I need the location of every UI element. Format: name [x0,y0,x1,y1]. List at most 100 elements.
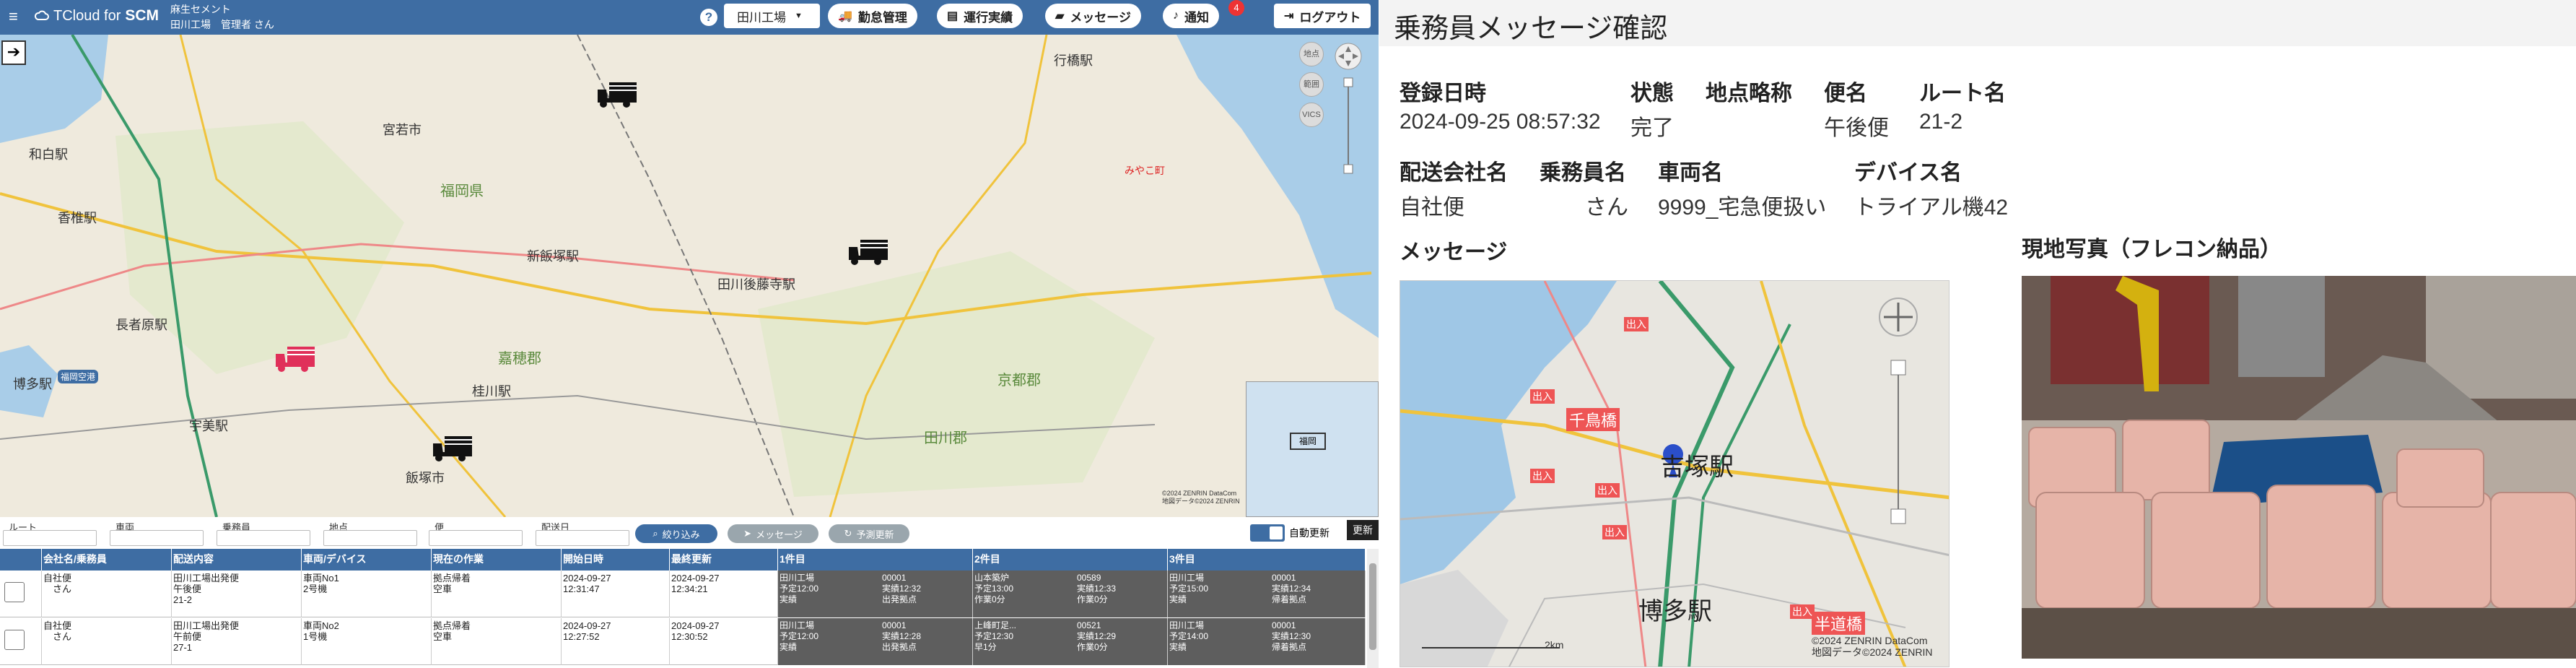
dispatch-panel: ≡ TCloud for SCM 麻生セメント 田川工場 管理者 さん ? 田川… [0,0,1379,668]
truck-icon[interactable] [274,344,316,373]
table-header[interactable]: 車両/デバイス [302,549,432,571]
minimap-viewport: 福岡 [1290,433,1326,450]
table-row[interactable]: 自社便 さん 田川工場出発便 午前便 27-1 車両No2 1号機 拠点帰着 空… [0,618,1366,665]
vehicle-name-value: 9999_宅急便扱い [1658,196,1827,220]
message-filter-button[interactable]: ➤ メッセージ [728,524,818,543]
flight-name-value: 午後便 [1824,116,1889,140]
detail-title: 乗務員メッセージ確認 [1394,14,1668,44]
expand-panel-icon[interactable]: ➔ [1,40,26,65]
overview-minimap[interactable]: 福岡 [1246,381,1379,517]
map-label: 半道橋 [1812,612,1866,635]
message-filter-label: メッセージ [756,529,803,540]
stop-name: 田川工場 予定14:00 実績 [1169,620,1209,652]
attendance-label: 勤怠管理 [857,10,907,25]
map-label: 出入 [1530,469,1555,483]
point-input[interactable] [323,530,417,546]
map-label: 出入 [1602,525,1627,539]
table-header [0,549,42,571]
table-header[interactable]: 1件目 [778,549,973,571]
logout-button[interactable]: ⇥ ログアウト [1274,4,1371,28]
bell-icon: ♪ [1173,9,1179,22]
crew-input[interactable] [217,530,310,546]
map-range-toggle[interactable]: 範囲 [1299,72,1324,97]
help-icon[interactable]: ? [700,9,717,26]
row-stop-3[interactable]: 田川工場 予定15:00 実績 00001 実績12:34 帰着拠点 [1168,571,1366,617]
row-start: 2024-09-27 12:27:52 [562,618,670,665]
map-point-toggle[interactable]: 地点 [1299,42,1324,66]
operation-label: 運行実績 [964,10,1013,25]
message-location-map[interactable]: 吉塚駅 博多駅 千鳥橋 半道橋 出入 出入 出入 出入 出入 出入 2km ©2… [1400,280,1950,667]
stop-code: 00589 実績12:33 作業0分 [1077,573,1117,604]
map-label: 宮若市 [383,123,422,137]
vehicle-input[interactable] [110,530,204,546]
map-copyright: ©2024 ZENRIN DataCom 地図データ©2024 ZENRIN [1812,635,1933,658]
table-header[interactable]: 3件目 [1168,549,1366,571]
route-input[interactable] [3,530,97,546]
truck-icon[interactable] [596,79,638,108]
map-label: 出入 [1624,317,1649,331]
vehicle-table: 会社名/乗務員 配送内容 車両/デバイス 現在の作業 開始日時 最終更新 1件目… [0,549,1366,668]
table-row[interactable]: 自社便 さん 田川工場出発便 午後便 21-2 車両No1 2号機 拠点帰着 空… [0,571,1366,617]
attendance-button[interactable]: 🚚 勤怠管理 [828,4,917,28]
row-vehicle: 車両No2 1号機 [302,618,432,665]
point-abbr-label: 地点略称 [1706,82,1792,105]
menu-icon[interactable]: ≡ [9,7,18,26]
notification-button[interactable]: ♪ 通知 [1163,4,1219,28]
vehicle-map[interactable]: ➔ 行橋駅 宮若市 和白駅 香椎駅 福岡県 新飯塚駅 田川後藤寺駅 長者原駅 嘉… [0,35,1379,517]
table-header[interactable]: 開始日時 [562,549,670,571]
map-label: 香椎駅 [58,211,97,225]
company-label: 配送会社名 [1400,161,1508,185]
stop-name: 山本築炉 予定13:00 作業0分 [974,573,1014,604]
table-header[interactable]: 配送内容 [172,549,302,571]
row-current-work: 拠点帰着 空車 [432,571,562,617]
row-updated: 2024-09-27 12:34:21 [670,571,778,617]
forecast-label: 予測更新 [856,529,894,540]
toggle-switch[interactable] [1250,524,1285,542]
table-header[interactable]: 2件目 [973,549,1168,571]
auto-update-toggle[interactable]: 自動更新 [1250,524,1330,542]
status-value: 完了 [1630,116,1674,140]
table-header[interactable]: 最終更新 [670,549,778,571]
map-label: 飯塚市 [406,471,445,485]
row-current-work: 拠点帰着 空車 [432,618,562,665]
map-label: 宇美駅 [189,419,228,433]
row-checkbox[interactable] [4,582,25,602]
stop-code: 00001 実績12:28 出発拠点 [882,620,922,652]
plant-selector[interactable]: 田川工場 ▼ [724,4,820,28]
flight-input[interactable] [429,530,523,546]
stop-code: 00521 実績12:29 作業0分 [1077,620,1117,652]
route-name-label: ルート名 [1919,82,2006,105]
row-stop-1[interactable]: 田川工場 予定12:00 実績 00001 実績12:28 出発拠点 [778,618,973,665]
stop-name: 田川工場 予定12:00 実績 [780,573,819,604]
row-stop-2[interactable]: 山本築炉 予定13:00 作業0分 00589 実績12:33 作業0分 [973,571,1168,617]
row-stop-3[interactable]: 田川工場 予定14:00 実績 00001 実績12:30 帰着拠点 [1168,618,1366,665]
forecast-button[interactable]: ↻ 予測更新 [829,524,909,543]
table-header[interactable]: 会社名/乗務員 [42,549,172,571]
map-label: 京都郡 [997,373,1041,389]
truck-icon[interactable] [432,433,473,462]
row-start: 2024-09-27 12:31:47 [562,571,670,617]
operation-button[interactable]: ▤ 運行実績 [937,4,1023,28]
site-photo[interactable] [2022,276,2576,659]
map-label: 新飯塚駅 [527,249,579,264]
refresh-button[interactable]: 更新 [1347,520,1379,540]
map-label: 千鳥橋 [1566,408,1620,431]
narrow-button[interactable]: ⌕ 絞り込み [635,524,717,543]
map-zoom-control[interactable] [1334,42,1363,186]
table-header[interactable]: 現在の作業 [432,549,562,571]
row-stop-1[interactable]: 田川工場 予定12:00 実績 00001 実績12:32 出発拠点 [778,571,973,617]
row-stop-2[interactable]: 上峰町足... 予定12:30 早1分 00521 実績12:29 作業0分 [973,618,1168,665]
map-background [0,35,1379,517]
stop-name: 田川工場 予定12:00 実績 [780,620,819,652]
device-value: トライアル機42 [1854,196,2009,220]
row-checkbox[interactable] [4,630,25,650]
message-button[interactable]: ▰ メッセージ [1045,4,1141,28]
user-info: 田川工場 管理者 さん [170,19,274,30]
map-vics-toggle[interactable]: VICS [1299,103,1324,127]
scrollbar-thumb[interactable] [1369,563,1376,650]
table-scrollbar[interactable] [1367,549,1379,668]
delivery-date-input[interactable] [536,530,629,546]
map-label: みやこ町 [1125,165,1165,176]
map-label: 田川郡 [924,430,967,446]
truck-icon[interactable] [847,237,889,266]
